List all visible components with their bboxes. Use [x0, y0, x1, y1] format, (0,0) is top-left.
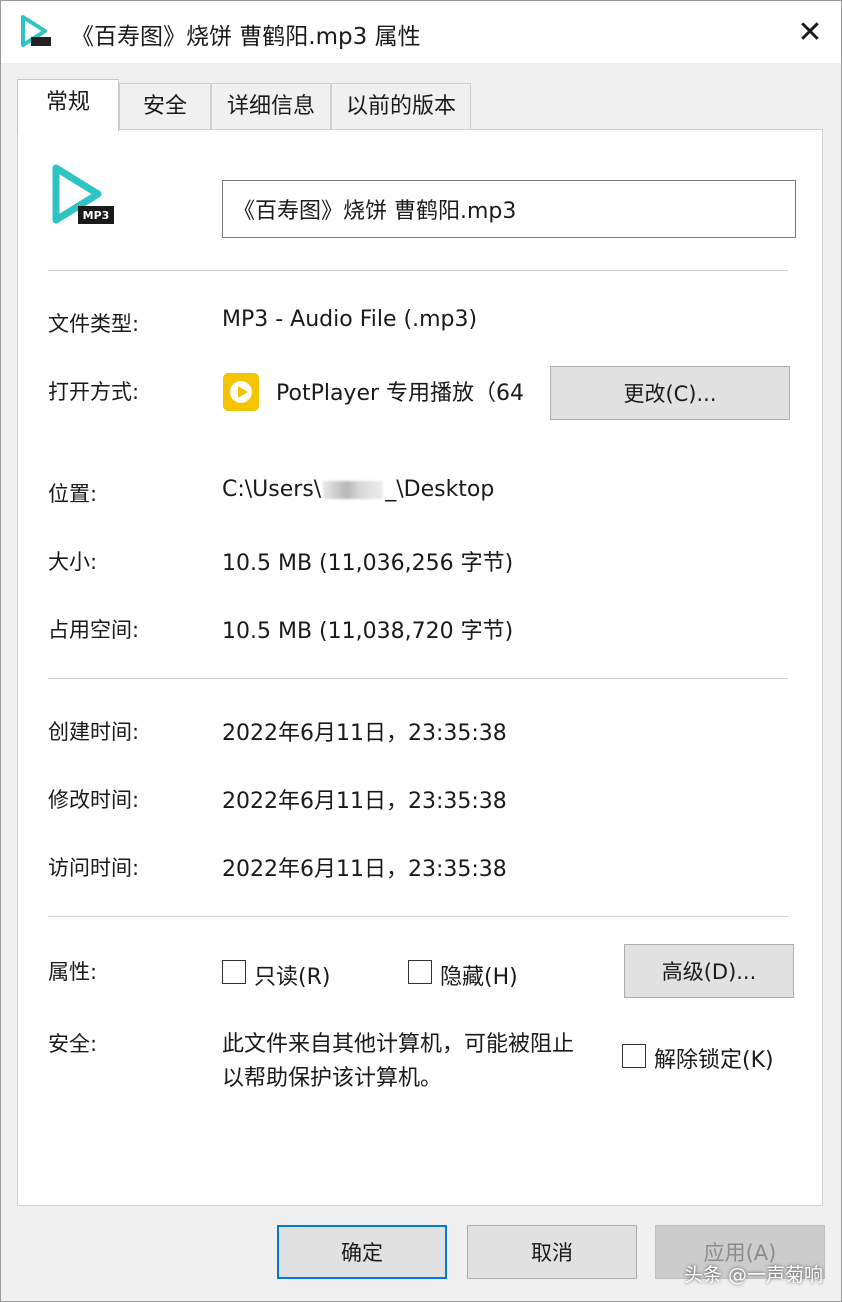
- accessed-label: 访问时间:: [48, 856, 140, 880]
- tab-security[interactable]: 安全: [119, 83, 211, 129]
- close-button[interactable]: ✕: [779, 1, 841, 63]
- security-text-line1: 此文件来自其他计算机，可能被阻止: [222, 1032, 575, 1057]
- attributes-label: 属性:: [48, 960, 98, 984]
- file-type-value: MP3 - Audio File (.mp3): [222, 307, 478, 332]
- location-suffix: _\Desktop: [385, 477, 495, 502]
- file-type-label: 文件类型:: [48, 312, 140, 336]
- ok-button[interactable]: 确定: [277, 1225, 447, 1279]
- separator: [48, 678, 788, 679]
- location-value: C:\Users\ _\Desktop: [222, 477, 494, 502]
- location-prefix: C:\Users\: [222, 477, 322, 502]
- title-bar: 《百寿图》烧饼 曹鹤阳.mp3 属性 ✕: [1, 1, 841, 63]
- tab-previous-versions[interactable]: 以前的版本: [331, 83, 471, 129]
- properties-dialog: 《百寿图》烧饼 曹鹤阳.mp3 属性 ✕ 常规 安全 详细信息 以前的版本 MP…: [0, 0, 842, 1302]
- potplayer-icon: [223, 373, 259, 411]
- change-button[interactable]: 更改(C)...: [550, 366, 790, 420]
- size-label: 大小:: [48, 550, 98, 574]
- watermark: 头条 @一声菊响: [683, 1264, 823, 1286]
- hidden-label: 隐藏(H): [440, 965, 518, 990]
- opens-with-value: PotPlayer 专用播放（64: [276, 381, 525, 406]
- separator: [48, 270, 788, 271]
- readonly-checkbox[interactable]: [222, 960, 246, 984]
- readonly-label: 只读(R): [254, 965, 331, 990]
- disk-size-value: 10.5 MB (11,038,720 字节): [222, 619, 514, 644]
- security-text-line2: 以帮助保护该计算机。: [222, 1066, 443, 1091]
- cancel-button[interactable]: 取消: [467, 1225, 637, 1279]
- size-value: 10.5 MB (11,036,256 字节): [222, 551, 514, 576]
- tab-general[interactable]: 常规: [17, 79, 119, 131]
- opens-with-label: 打开方式:: [48, 380, 140, 404]
- mp3-large-icon: MP3: [52, 164, 114, 224]
- location-label: 位置:: [48, 482, 98, 506]
- security-label: 安全:: [48, 1032, 98, 1056]
- window-title: 《百寿图》烧饼 曹鹤阳.mp3 属性: [71, 24, 421, 50]
- redacted-username: [323, 481, 384, 499]
- created-label: 创建时间:: [48, 720, 140, 744]
- accessed-value: 2022年6月11日，23:35:38: [222, 857, 507, 882]
- created-value: 2022年6月11日，23:35:38: [222, 721, 507, 746]
- disk-size-label: 占用空间:: [48, 618, 140, 642]
- advanced-button[interactable]: 高级(D)...: [624, 944, 794, 998]
- modified-label: 修改时间:: [48, 788, 140, 812]
- separator: [48, 916, 788, 917]
- tab-details[interactable]: 详细信息: [211, 83, 331, 129]
- mp3-file-icon: [21, 15, 51, 47]
- general-panel: MP3 《百寿图》烧饼 曹鹤阳.mp3 文件类型: MP3 - Audio Fi…: [17, 129, 823, 1206]
- svg-text:MP3: MP3: [83, 209, 110, 222]
- unblock-label: 解除锁定(K): [654, 1048, 774, 1073]
- hidden-checkbox[interactable]: [408, 960, 432, 984]
- modified-value: 2022年6月11日，23:35:38: [222, 789, 507, 814]
- unblock-checkbox[interactable]: [622, 1044, 646, 1068]
- file-name-input[interactable]: 《百寿图》烧饼 曹鹤阳.mp3: [222, 180, 796, 238]
